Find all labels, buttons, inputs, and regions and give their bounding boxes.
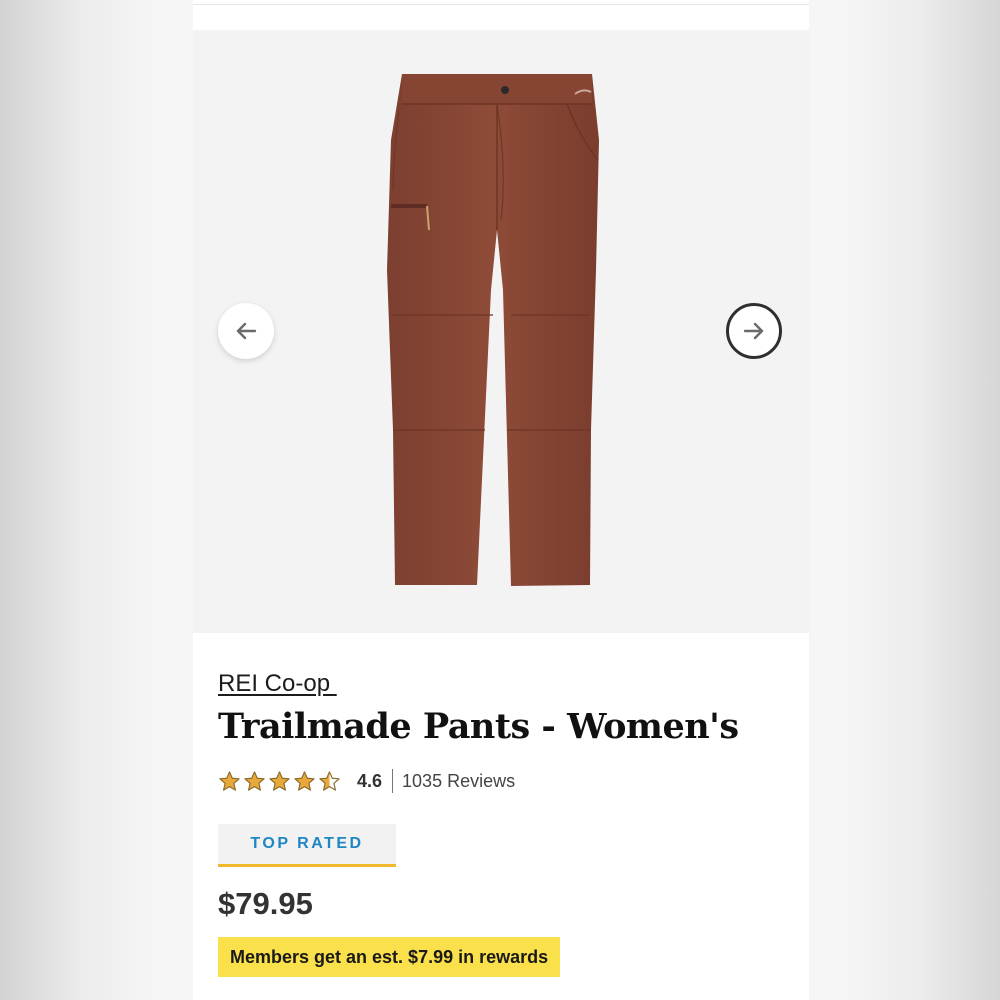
product-image <box>387 74 599 586</box>
product-gallery <box>193 30 809 633</box>
star-half-icon <box>319 770 340 791</box>
member-rewards-banner: Members get an est. $7.99 in rewards <box>218 937 561 977</box>
star-full-icon <box>269 770 290 791</box>
review-count-link[interactable]: 1035 Reviews <box>402 771 515 792</box>
previous-image-button[interactable] <box>218 303 274 359</box>
star-rating <box>218 770 341 793</box>
arrow-right-icon <box>743 322 764 340</box>
star-full-icon <box>244 770 265 791</box>
arrow-left-icon <box>236 322 257 340</box>
brand-link[interactable]: REI Co-op <box>218 670 337 698</box>
rating-summary[interactable]: 4.6 1035 Reviews <box>218 768 515 794</box>
top-rated-badge: TOP RATED <box>218 824 396 867</box>
product-card: REI Co-op Trailmade Pants - Women's 4.6 … <box>193 0 809 1000</box>
rating-value: 4.6 <box>357 770 383 791</box>
star-full-icon <box>294 770 315 791</box>
product-title: Trailmade Pants - Women's <box>218 706 739 747</box>
rating-divider <box>392 769 394 793</box>
star-full-icon <box>219 770 240 791</box>
next-image-button[interactable] <box>726 303 782 359</box>
product-price: $79.95 <box>218 886 313 921</box>
header-strip <box>193 0 809 5</box>
